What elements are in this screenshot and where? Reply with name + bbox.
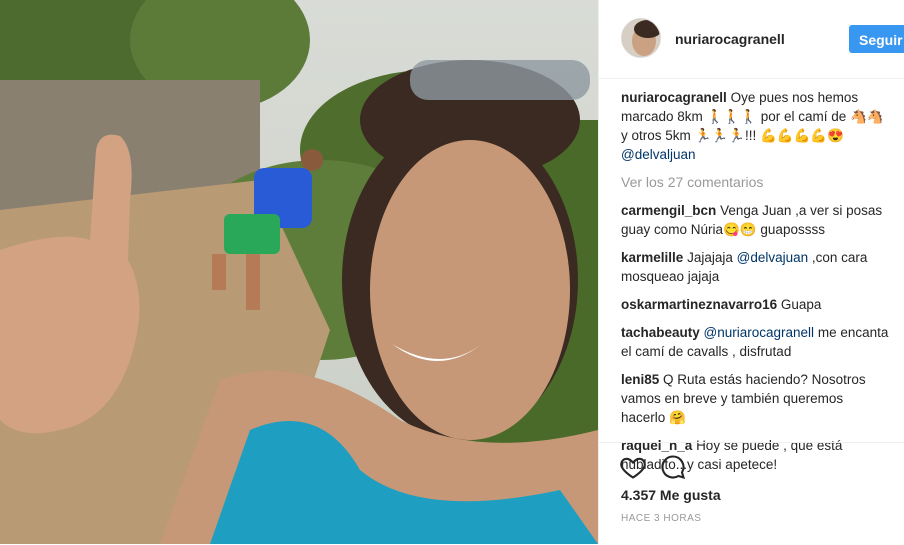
- comment-username[interactable]: karmelille: [621, 250, 683, 265]
- post-photo[interactable]: [0, 0, 598, 544]
- list-item: carmengil_bcn Venga Juan ,a ver si posas…: [621, 201, 891, 239]
- comment-text: Guapa: [780, 297, 822, 312]
- list-item: oskarmartineznavarro16 Guapa: [621, 295, 891, 314]
- header-username[interactable]: nuriarocagranell: [675, 31, 785, 47]
- comment-bubble-icon[interactable]: [659, 453, 687, 481]
- caption: nuriarocagranell Oye pues nos hemos marc…: [621, 88, 891, 164]
- comment-username[interactable]: tachabeauty: [621, 325, 700, 340]
- avatar[interactable]: [621, 18, 661, 58]
- caption-mention[interactable]: @delvaljuan: [621, 147, 696, 162]
- post-header: nuriarocagranell Seguir: [599, 0, 904, 79]
- follow-button[interactable]: Seguir: [849, 25, 904, 53]
- comments-list: nuriarocagranell Oye pues nos hemos marc…: [621, 88, 891, 483]
- comment-mention[interactable]: @nuriarocagranell: [704, 325, 815, 340]
- view-all-comments-link[interactable]: Ver los 27 comentarios: [621, 173, 891, 192]
- comment-text: Jajajaja: [687, 250, 733, 265]
- heart-icon[interactable]: [619, 453, 647, 481]
- comment-mention[interactable]: @delvajuan: [737, 250, 809, 265]
- list-item: karmelille Jajajaja @delvajuan ,con cara…: [621, 248, 891, 286]
- list-item: tachabeauty @nuriarocagranell me encanta…: [621, 323, 891, 361]
- list-item: leni85 Q Ruta estás haciendo? Nosotros v…: [621, 370, 891, 427]
- comment-username[interactable]: leni85: [621, 372, 659, 387]
- caption-username[interactable]: nuriarocagranell: [621, 90, 727, 105]
- comment-username[interactable]: oskarmartineznavarro16: [621, 297, 777, 312]
- post-actions: 4.357 Me gusta HACE 3 HORAS: [599, 442, 904, 545]
- like-count[interactable]: 4.357 Me gusta: [621, 487, 721, 503]
- post-timestamp: HACE 3 HORAS: [621, 513, 702, 524]
- comment-username[interactable]: carmengil_bcn: [621, 203, 716, 218]
- post-details-panel: nuriarocagranell Seguir nuriarocagranell…: [598, 0, 904, 544]
